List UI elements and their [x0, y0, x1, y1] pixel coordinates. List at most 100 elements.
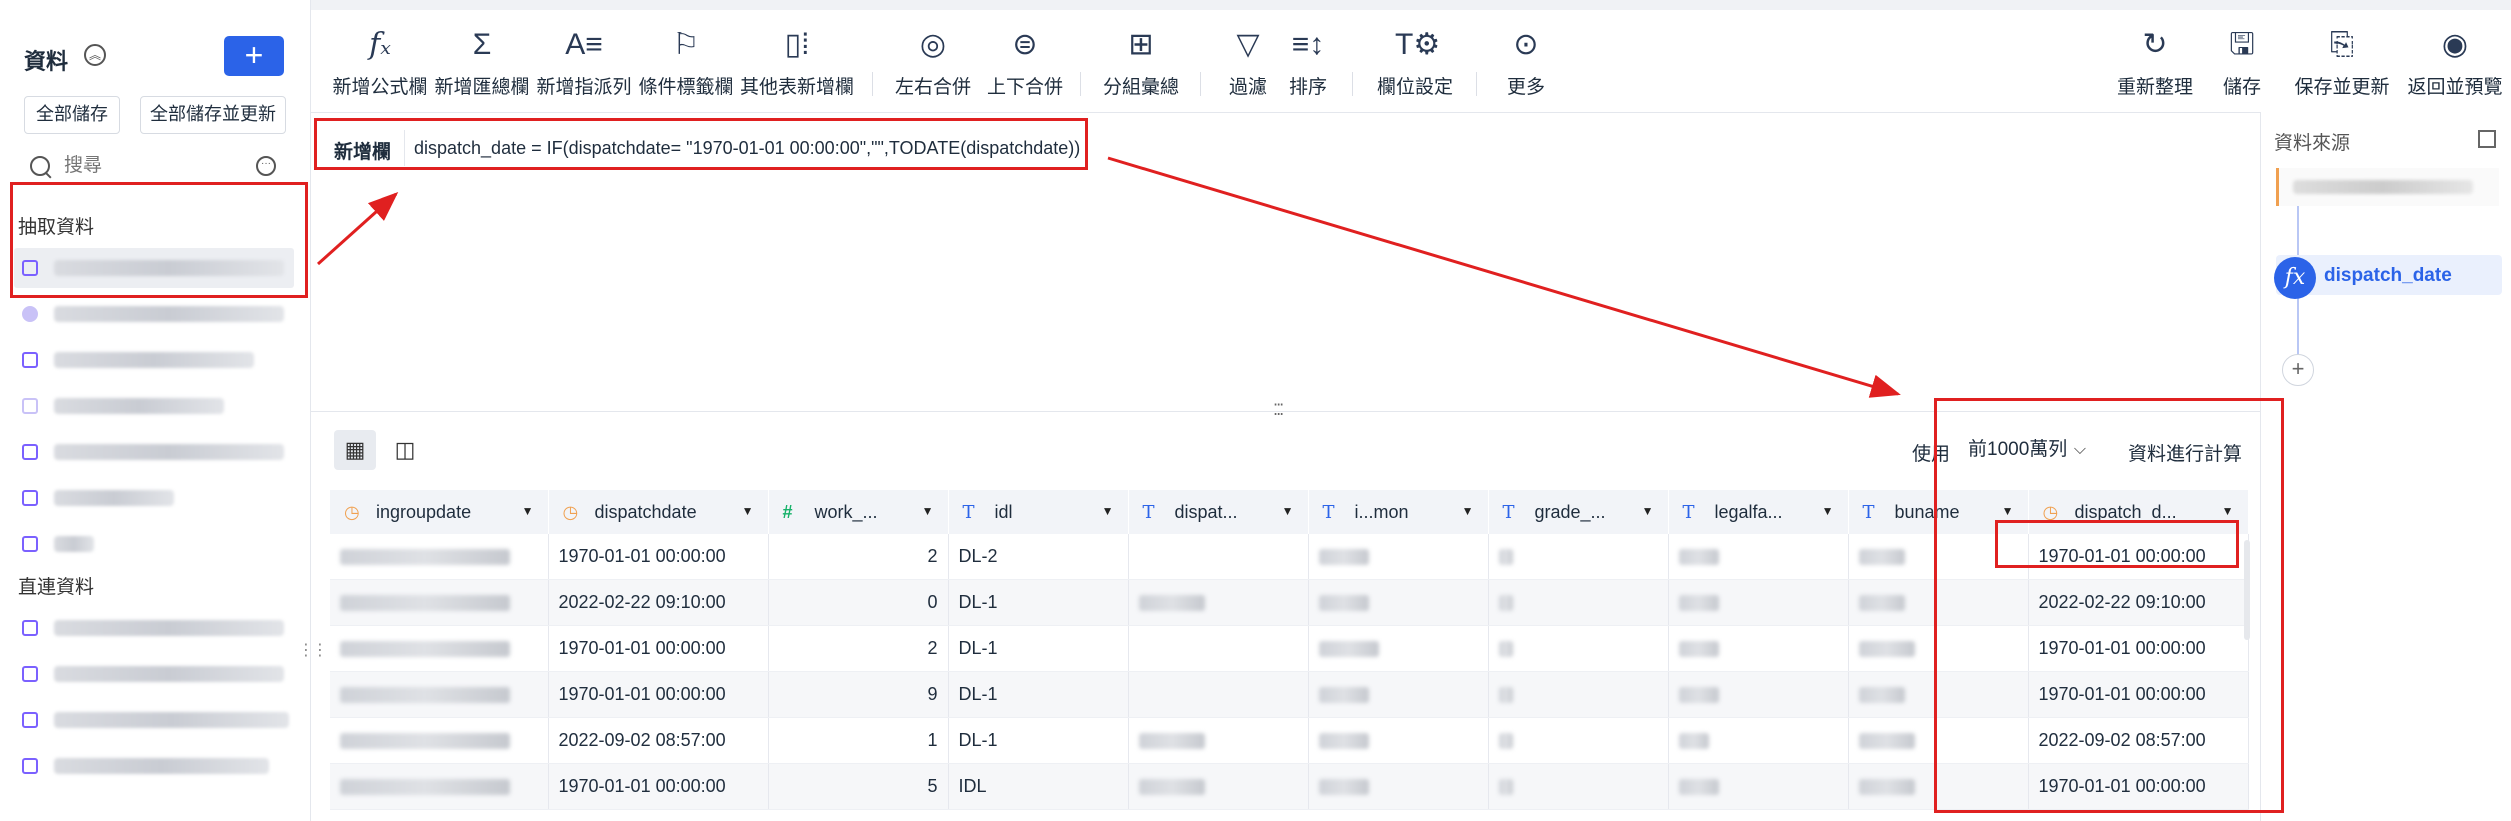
column-header[interactable]: Tidl ▼ — [948, 490, 1129, 534]
toolbar-label: 儲存 — [2222, 77, 2261, 98]
toolbar-label: 過濾 — [1228, 77, 1267, 98]
column-header[interactable]: Tlegalfa... ▼ — [1668, 490, 1849, 534]
panel-title: 資料 — [24, 49, 69, 74]
annotation-box-column — [1934, 398, 2284, 813]
datasource-item[interactable] — [14, 386, 294, 426]
datasource-item[interactable] — [14, 294, 294, 334]
caret-down-icon[interactable]: ▼ — [742, 504, 754, 518]
caret-down-icon[interactable]: ▼ — [1282, 504, 1294, 518]
panel-resize-handle[interactable]: ⋮⋮ — [298, 640, 328, 660]
datasource-item[interactable] — [14, 700, 294, 740]
caret-down-icon[interactable]: ▼ — [1102, 504, 1114, 518]
toolbar-merge-tb[interactable]: ⊜ 上下合併 — [980, 28, 1070, 99]
toolbar-group[interactable]: ⊞ 分組彙總 — [1096, 28, 1186, 99]
table-icon — [22, 490, 38, 506]
cell-blurred — [1488, 625, 1669, 672]
cell-blurred — [1128, 717, 1309, 764]
datasource-item[interactable] — [14, 340, 294, 380]
column-header[interactable]: Ti...mon ▼ — [1308, 490, 1489, 534]
column-header[interactable]: ◷ dispatchdate ▼ — [548, 490, 769, 534]
top-strip — [0, 0, 2511, 10]
cell-work: 9 — [768, 671, 949, 718]
toolbar-refresh[interactable]: ↻ 重新整理 — [2110, 28, 2200, 99]
fx-icon: 𝑓ₓ — [369, 27, 391, 62]
caret-down-icon[interactable]: ▼ — [1822, 504, 1834, 518]
cell-blurred — [1488, 763, 1669, 810]
layout-icon[interactable] — [2478, 130, 2496, 148]
datasource-item[interactable] — [14, 746, 294, 786]
cell-blurred — [1668, 763, 1849, 810]
field-settings-icon: T⚙ — [1395, 28, 1441, 61]
cell-work: 0 — [768, 579, 949, 626]
datasource-item[interactable] — [14, 432, 294, 472]
cell-blurred — [330, 625, 549, 672]
table-icon — [22, 712, 38, 728]
grid-view-icon[interactable]: ▦ — [334, 430, 376, 470]
toolbar-label: 分組彙總 — [1102, 77, 1179, 98]
toolbar-separator — [872, 72, 873, 96]
table-icon — [22, 444, 38, 460]
toolbar-label: 重新整理 — [2116, 77, 2193, 98]
caret-down-icon[interactable]: ▼ — [522, 504, 534, 518]
group-icon: ⊞ — [1128, 28, 1154, 61]
search-input[interactable] — [62, 150, 246, 182]
cell-blurred — [1488, 717, 1669, 764]
datasource-item[interactable] — [14, 608, 294, 648]
pane-resize-handle[interactable]: ⁚⁚⁚ — [1273, 400, 1284, 420]
column-header[interactable]: Tgrade_... ▼ — [1488, 490, 1669, 534]
cell-idl: DL-1 — [948, 671, 1129, 718]
collapse-icon[interactable]: ︽ — [84, 44, 106, 66]
datasource-item[interactable] — [14, 524, 294, 564]
caret-down-icon[interactable]: ▼ — [922, 504, 934, 518]
cell-work: 2 — [768, 534, 949, 580]
cell-idl: DL-2 — [948, 534, 1129, 580]
blurred-name — [54, 398, 224, 414]
datasource-node[interactable] — [2276, 168, 2499, 206]
cell-work: 5 — [768, 763, 949, 810]
arrow-to-formula — [316, 191, 399, 266]
toolbar-more[interactable]: ⊙ 更多 — [1496, 28, 1556, 99]
toolbar-save[interactable]: 🖫 儲存 — [2214, 28, 2270, 99]
column-header[interactable]: # work_... ▼ — [768, 490, 949, 534]
add-step-button[interactable]: + — [2282, 354, 2314, 386]
cell-blurred — [330, 671, 549, 718]
toolbar-divider — [310, 112, 2260, 113]
blurred-name — [54, 352, 254, 368]
toolbar-field-settings[interactable]: T⚙ 欄位設定 — [1370, 28, 1460, 99]
save-all-button[interactable]: 全部儲存 — [24, 96, 120, 134]
section-direct-label: 直連資料 — [18, 577, 95, 598]
toolbar-preview[interactable]: ◉ 返回並預覽 — [2405, 28, 2505, 99]
toolbar-sort[interactable]: ≡↕ 排序 — [1280, 28, 1336, 99]
arrow-to-column — [1107, 156, 1901, 398]
toolbar-merge-lr[interactable]: ◎ 左右合併 — [888, 28, 978, 99]
blurred-name — [54, 712, 289, 728]
more-options-icon[interactable]: ··· — [256, 156, 276, 176]
layout-view-icon[interactable]: ◫ — [384, 430, 426, 470]
flag-icon: ⚐ — [672, 28, 700, 61]
add-data-button[interactable]: + — [224, 36, 284, 76]
toolbar-add-formula[interactable]: 𝑓ₓ 新增公式欄 — [330, 28, 430, 99]
text-type-icon: T — [1322, 502, 1335, 523]
column-header[interactable]: Tdispat... ▼ — [1128, 490, 1309, 534]
cell-blurred — [1488, 579, 1669, 626]
blurred-name — [54, 536, 94, 552]
cell-blurred — [1128, 625, 1309, 672]
toolbar-condition-tag[interactable]: ⚐ 條件標籤欄 — [636, 28, 736, 99]
save-all-update-button[interactable]: 全部儲存並更新 — [140, 96, 286, 134]
search-icon — [30, 156, 50, 176]
toolbar-save-update[interactable]: ⎘ 保存並更新 — [2290, 28, 2394, 99]
toolbar-add-assign[interactable]: A≡ 新增指派列 — [534, 28, 634, 99]
caret-down-icon[interactable]: ▼ — [1642, 504, 1654, 518]
annotation-box-formula — [314, 118, 1088, 170]
datasource-item[interactable] — [14, 478, 294, 518]
toolbar-add-summary[interactable]: Σ 新增匯總欄 — [432, 28, 532, 99]
toolbar-filter[interactable]: ▽ 過濾 — [1220, 28, 1276, 99]
column-header[interactable]: ◷ ingroupdate ▼ — [330, 490, 549, 534]
caret-down-icon[interactable]: ▼ — [1462, 504, 1474, 518]
annotation-box-extract — [10, 182, 308, 298]
text-type-icon: T — [1862, 502, 1875, 523]
cell-blurred — [330, 579, 549, 626]
datasource-item[interactable] — [14, 654, 294, 694]
table-icon — [22, 666, 38, 682]
toolbar-other-table[interactable]: ▯⁞ 其他表新增欄 — [738, 28, 856, 99]
